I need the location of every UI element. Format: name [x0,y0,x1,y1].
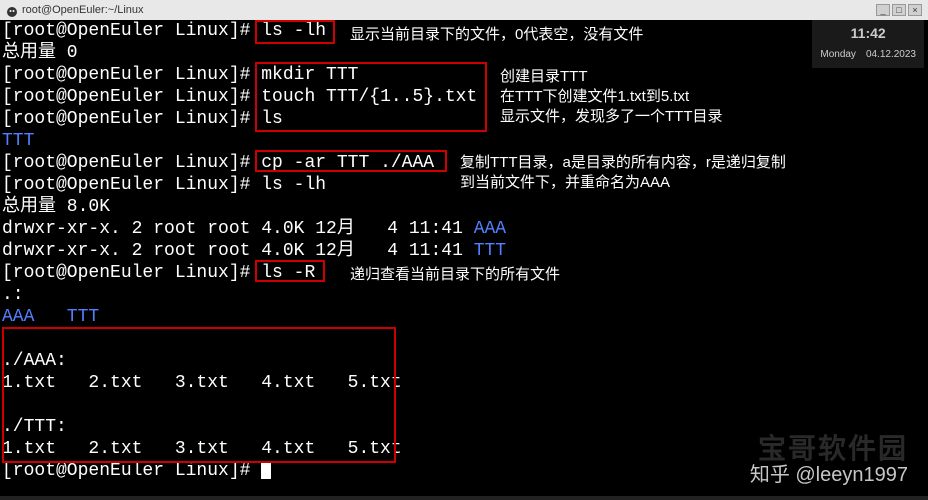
annotation: 创建目录TTT [500,66,588,88]
close-button[interactable]: × [908,4,922,16]
prompt: [root@OpenEuler Linux]# [2,21,261,41]
terminal-area[interactable]: [root@OpenEuler Linux]# ls -lh 总用量 0 [ro… [0,20,928,482]
annotation: 显示当前目录下的文件，0代表空，没有文件 [350,24,643,46]
command: cp -ar TTT ./AAA [261,153,434,173]
prompt: [root@OpenEuler Linux]# [2,263,261,283]
terminal-cursor [261,461,271,479]
command: ls [261,109,283,129]
command: mkdir TTT [261,65,358,85]
command: ls -lh [261,21,326,41]
annotation: 显示文件，发现多了一个TTT目录 [500,106,723,128]
prompt: [root@OpenEuler Linux]# [2,65,261,85]
app-icon [6,4,18,16]
dir-list: AAA TTT [2,307,99,327]
command: ls -lh [261,175,326,195]
annotation: 到当前文件下，并重命名为AAA [460,172,670,194]
watermark-site: 宝哥软件园 [758,438,908,460]
dir-name: TTT [474,241,506,261]
dir-header: ./AAA: [2,350,926,372]
prompt: [root@OpenEuler Linux]# [2,153,261,173]
clock-time: 11:42 [820,22,916,44]
window-title: root@OpenEuler:~/Linux [22,0,144,21]
desktop-clock: 11:42 Monday 04.12.2023 [812,20,924,68]
watermark-zhihu: 知乎 @leeyn1997 [750,464,908,486]
minimize-button[interactable]: _ [876,4,890,16]
output: 总用量 8.0K [2,196,926,218]
dir-name: TTT [2,131,34,151]
command: ls -R [261,263,315,283]
clock-day: Monday [820,44,856,66]
maximize-button[interactable]: □ [892,4,906,16]
ls-perm-line: drwxr-xr-x. 2 root root 4.0K 12月 4 11:41 [2,241,474,261]
prompt: [root@OpenEuler Linux]# [2,175,261,195]
window-titlebar: root@OpenEuler:~/Linux _ □ × [0,0,928,20]
taskbar [0,496,928,500]
prompt: [root@OpenEuler Linux]# [2,87,261,107]
command: touch TTT/{1..5}.txt [261,87,477,107]
prompt: [root@OpenEuler Linux]# [2,461,261,481]
file-list: 1.txt 2.txt 3.txt 4.txt 5.txt [2,372,926,394]
annotation: 递归查看当前目录下的所有文件 [350,264,560,286]
prompt: [root@OpenEuler Linux]# [2,109,261,129]
output: .: [2,284,926,306]
clock-date: 04.12.2023 [866,44,916,66]
annotation: 复制TTT目录，a是目录的所有内容，r是递归复制 [460,152,786,174]
annotation: 在TTT下创建文件1.txt到5.txt [500,86,689,108]
dir-name: AAA [474,219,506,239]
ls-perm-line: drwxr-xr-x. 2 root root 4.0K 12月 4 11:41 [2,219,474,239]
